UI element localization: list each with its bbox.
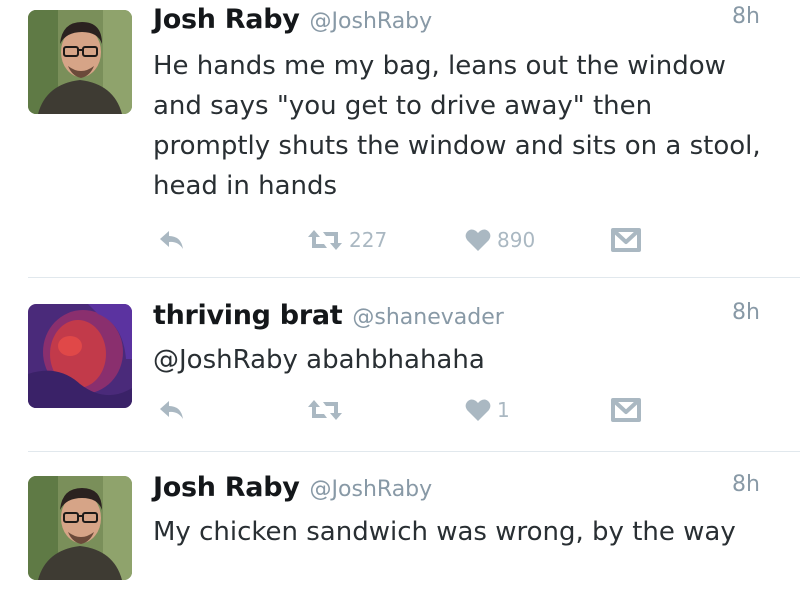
avatar[interactable]	[28, 10, 132, 114]
man-with-glasses-avatar	[28, 10, 132, 114]
retweet-icon	[308, 230, 342, 250]
like-count: 1	[497, 398, 510, 422]
tweet-header: thriving brat @shanevader 8h	[153, 300, 760, 340]
tweet[interactable]: Josh Raby @JoshRaby 8h My chicken sandwi…	[0, 452, 800, 592]
tweet[interactable]: thriving brat @shanevader 8h @JoshRaby a…	[0, 278, 800, 450]
timestamp[interactable]: 8h	[732, 300, 760, 325]
display-name[interactable]: Josh Raby	[153, 472, 300, 503]
retweet-button[interactable]	[307, 394, 343, 426]
tweet-feed: Josh Raby @JoshRaby 8h He hands me my ba…	[0, 0, 800, 592]
avatar[interactable]	[28, 304, 132, 408]
retweet-icon	[308, 400, 342, 420]
like-count: 890	[497, 228, 536, 252]
reply-button[interactable]	[159, 224, 185, 256]
tweet-text: My chicken sandwich was wrong, by the wa…	[153, 517, 736, 547]
display-name[interactable]: Josh Raby	[153, 4, 300, 35]
username[interactable]: @shanevader	[352, 305, 503, 330]
envelope-icon	[611, 228, 641, 252]
display-name[interactable]: thriving brat	[153, 300, 343, 331]
retweet-button[interactable]: 227	[307, 224, 387, 256]
tweet-header: Josh Raby @JoshRaby 8h	[153, 4, 760, 44]
reply-button[interactable]	[159, 394, 185, 426]
man-with-glasses-avatar	[28, 476, 132, 580]
timestamp[interactable]: 8h	[732, 472, 760, 497]
username[interactable]: @JoshRaby	[310, 477, 433, 502]
timestamp[interactable]: 8h	[732, 4, 760, 29]
reply-arrow-icon	[160, 401, 183, 419]
purple-red-abstract-avatar	[28, 304, 132, 408]
retweet-count: 227	[349, 228, 388, 252]
tweet-header: Josh Raby @JoshRaby 8h	[153, 472, 760, 512]
like-button[interactable]: 890	[465, 224, 535, 256]
tweet-actions: 227 890	[153, 224, 653, 256]
username[interactable]: @JoshRaby	[310, 9, 433, 34]
envelope-icon	[611, 398, 641, 422]
reply-arrow-icon	[160, 231, 183, 249]
tweet-text: @JoshRaby abahbhahaha	[153, 345, 485, 375]
message-button[interactable]	[611, 224, 641, 256]
like-button[interactable]: 1	[465, 394, 510, 426]
avatar[interactable]	[28, 476, 132, 580]
heart-icon	[465, 229, 491, 251]
tweet-text: He hands me my bag, leans out the window…	[153, 51, 761, 201]
tweet[interactable]: Josh Raby @JoshRaby 8h He hands me my ba…	[0, 0, 800, 276]
tweet-actions: 1	[153, 394, 653, 426]
message-button[interactable]	[611, 394, 641, 426]
heart-icon	[465, 399, 491, 421]
